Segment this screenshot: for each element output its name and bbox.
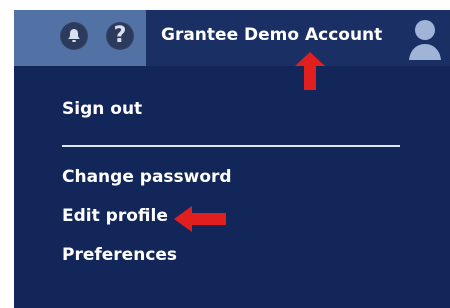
edit-profile-link[interactable]: Edit profile	[62, 204, 168, 228]
change-password-link[interactable]: Change password	[62, 165, 232, 189]
preferences-link[interactable]: Preferences	[62, 243, 177, 267]
account-name[interactable]: Grantee Demo Account	[161, 20, 393, 50]
header-icon-group: ?	[14, 10, 146, 66]
top-account-header: ? Grantee Demo Account	[14, 10, 450, 66]
account-dropdown-panel: ? Grantee Demo Account Sign out Change p…	[14, 10, 450, 308]
bell-icon[interactable]	[60, 22, 88, 50]
help-icon[interactable]: ?	[106, 22, 134, 50]
menu-divider	[62, 145, 400, 147]
user-avatar-icon[interactable]	[404, 16, 446, 62]
red-left-arrow-icon	[174, 206, 226, 232]
sign-out-link[interactable]: Sign out	[62, 97, 142, 121]
red-up-arrow-icon	[295, 52, 325, 90]
